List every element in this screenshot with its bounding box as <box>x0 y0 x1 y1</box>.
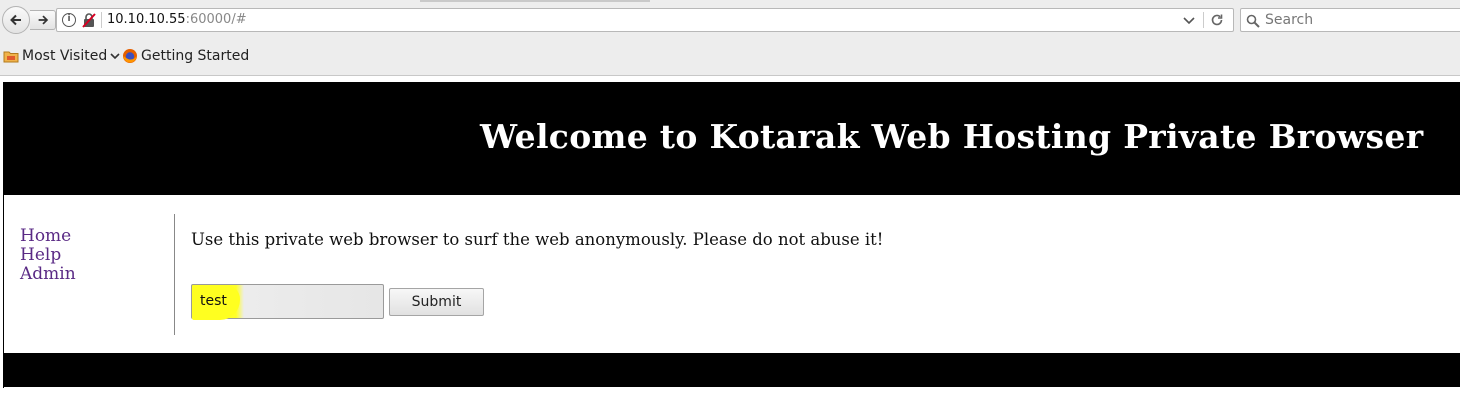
reload-icon[interactable] <box>1209 12 1225 28</box>
bookmark-label: Most Visited <box>22 48 108 64</box>
url-input[interactable]: test <box>191 284 384 320</box>
navigation-toolbar: i 10.10.10.55:60000/# Search <box>0 4 1460 36</box>
nav-link-admin[interactable]: Admin <box>20 265 76 284</box>
page-footer <box>4 353 1460 387</box>
bookmark-label: Getting Started <box>141 48 250 64</box>
url-path: :60000/# <box>185 12 247 27</box>
tab-strip <box>420 0 650 2</box>
page-title: Welcome to Kotarak Web Hosting Private B… <box>480 117 1424 156</box>
arrow-right-icon <box>38 15 48 25</box>
page-header: Welcome to Kotarak Web Hosting Private B… <box>4 82 1460 195</box>
search-placeholder: Search <box>1265 12 1314 28</box>
back-button[interactable] <box>2 6 30 34</box>
nav-link-home[interactable]: Home <box>20 227 76 246</box>
intro-text: Use this private web browser to surf the… <box>191 230 884 249</box>
submit-button[interactable]: Submit <box>389 288 484 316</box>
insecure-lock-icon[interactable] <box>81 12 97 28</box>
bookmarks-toolbar: Most Visited Getting Started <box>0 44 1460 68</box>
firefox-icon <box>123 49 137 63</box>
url-host: 10.10.10.55 <box>107 12 186 27</box>
url-bar[interactable]: i 10.10.10.55:60000/# <box>56 8 1234 32</box>
chevron-down-icon[interactable] <box>1181 12 1197 28</box>
chevron-down-icon <box>110 53 120 60</box>
search-bar[interactable]: Search <box>1240 8 1460 32</box>
url-text[interactable]: 10.10.10.55:60000/# <box>107 12 247 27</box>
url-separator <box>1203 12 1204 28</box>
url-separator <box>101 12 102 28</box>
arrow-left-icon <box>10 14 21 26</box>
bookmark-most-visited[interactable]: Most Visited <box>3 44 124 68</box>
nav-link-help[interactable]: Help <box>20 246 76 265</box>
side-navigation: Home Help Admin <box>20 227 76 284</box>
bookmark-getting-started[interactable]: Getting Started <box>122 44 249 68</box>
vertical-divider <box>174 214 175 335</box>
search-icon <box>1246 14 1260 28</box>
forward-button[interactable] <box>30 10 56 30</box>
folder-icon <box>3 51 19 63</box>
url-input-value: test <box>200 293 227 309</box>
info-icon[interactable]: i <box>62 13 76 27</box>
web-page: Welcome to Kotarak Web Hosting Private B… <box>3 82 1460 388</box>
browser-chrome: i 10.10.10.55:60000/# Search Most Visite… <box>0 0 1460 76</box>
